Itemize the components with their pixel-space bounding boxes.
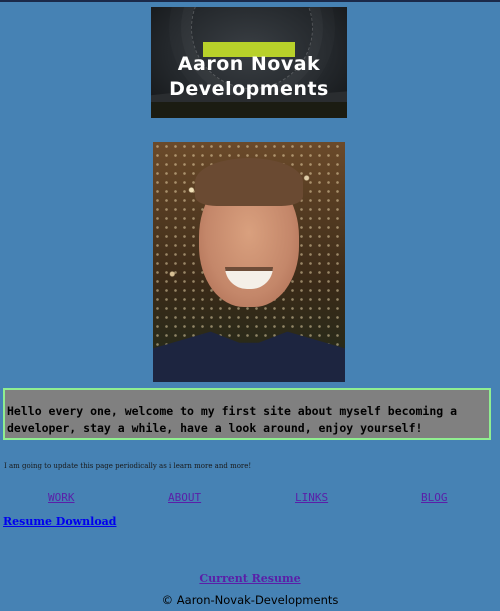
greeting-text: Hello every one, welcome to my first sit… — [7, 404, 458, 435]
nav-link-work[interactable]: WORK — [48, 491, 75, 504]
resume-download-link[interactable]: Resume Download — [3, 515, 116, 528]
nav-link-links[interactable]: LINKS — [295, 491, 328, 504]
current-resume-wrapper: Current Resume — [0, 567, 500, 586]
nav-link-blog[interactable]: BLOG — [421, 491, 448, 504]
greeting-box: Hello every one, welcome to my first sit… — [3, 388, 491, 440]
update-note: I am going to update this page periodica… — [4, 462, 252, 470]
photo-hair — [195, 158, 303, 206]
site-logo: Aaron Novak Developments — [151, 7, 347, 118]
logo-line-1: Aaron Novak — [177, 53, 321, 75]
profile-photo — [153, 142, 345, 382]
current-resume-link[interactable]: Current Resume — [199, 572, 300, 585]
logo-ground — [151, 102, 347, 118]
footer-copyright: © Aaron-Novak-Developments — [161, 593, 339, 607]
nav-link-about[interactable]: ABOUT — [168, 491, 201, 504]
logo-line-2: Developments — [169, 78, 329, 100]
